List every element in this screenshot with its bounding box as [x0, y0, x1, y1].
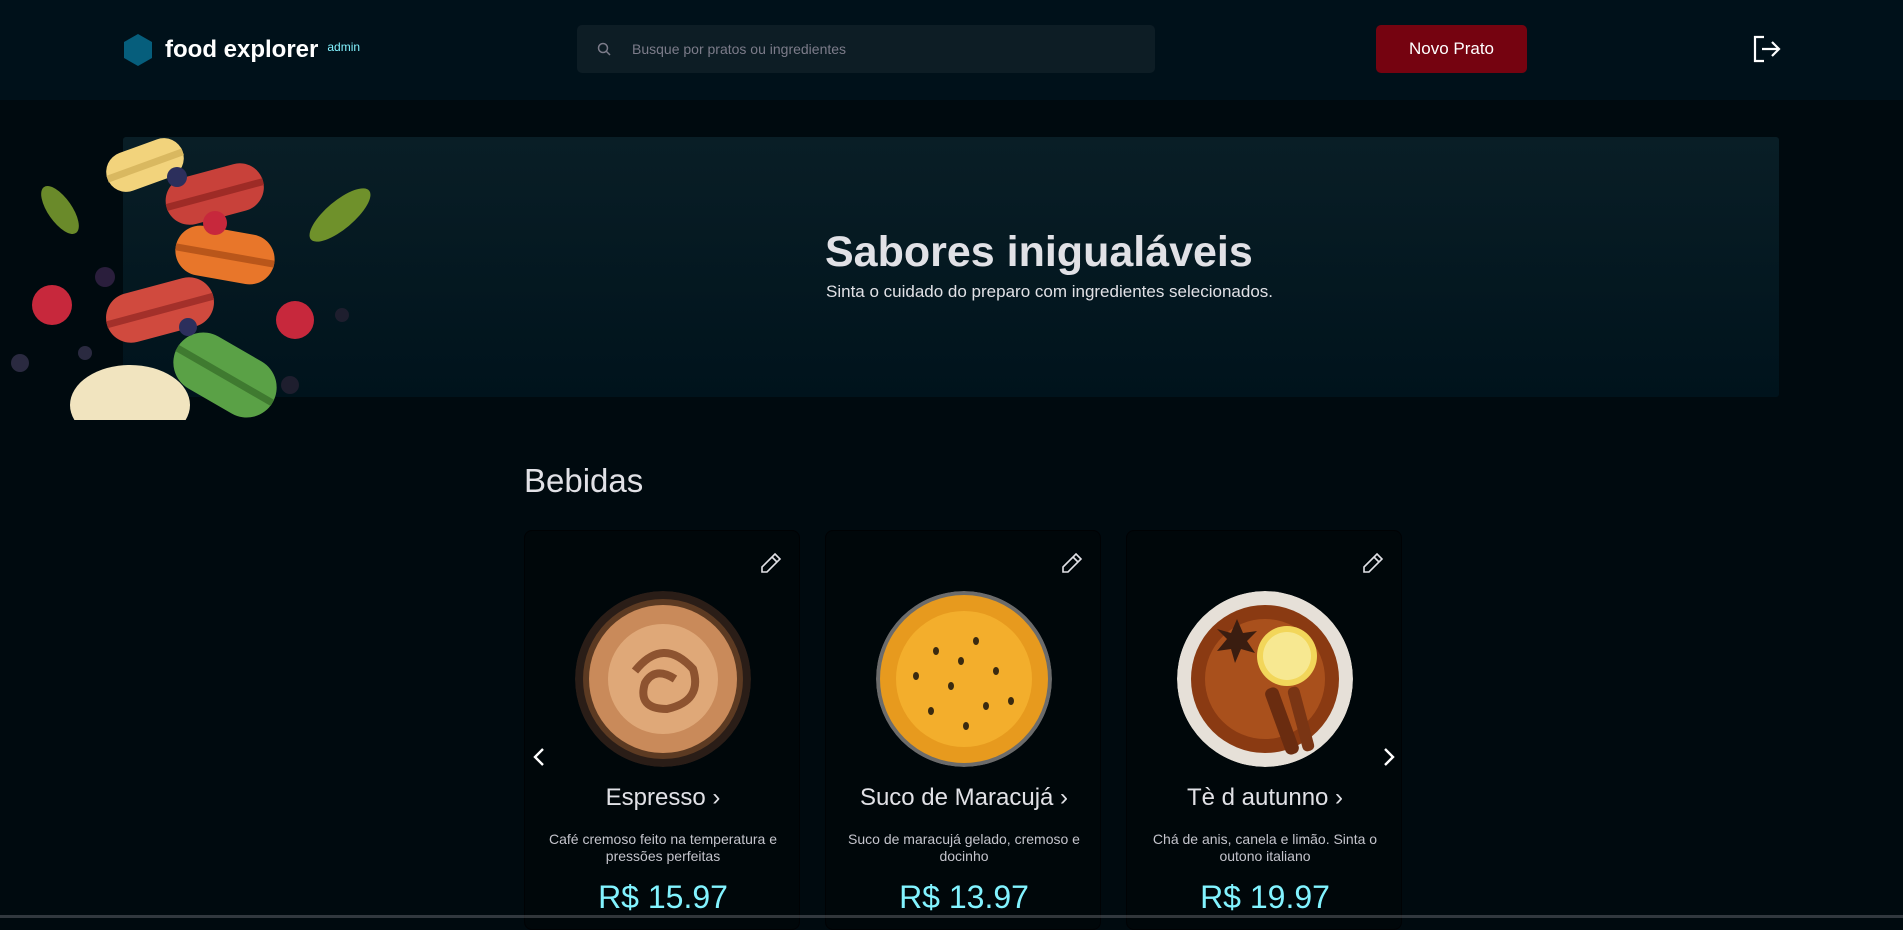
admin-badge: admin: [327, 40, 361, 54]
dish-card[interactable]: Suco de Maracujá › Suco de maracujá gela…: [825, 530, 1101, 930]
dish-price: R$ 13.97: [899, 879, 1029, 915]
dish-price: R$ 19.97: [1200, 879, 1330, 915]
dish-description: Café cremoso feito na temperatura e pres…: [548, 831, 777, 864]
macarons-illustration: [0, 115, 380, 420]
search-icon: [597, 42, 611, 56]
hexagon-logo-icon: [123, 33, 153, 67]
pencil-icon[interactable]: [759, 551, 783, 575]
dishes-carousel: Espresso › Café cremoso feito na tempera…: [524, 530, 1404, 930]
dish-price: R$ 15.97: [598, 879, 728, 915]
banner-title: Sabores inigualáveis: [825, 228, 1253, 276]
logo[interactable]: food explorer admin: [123, 30, 360, 70]
dish-image-te-d-autunno[interactable]: [1177, 591, 1353, 767]
new-dish-button[interactable]: Novo Prato: [1376, 25, 1527, 73]
pencil-icon[interactable]: [1361, 551, 1385, 575]
dish-name[interactable]: Suco de Maracujá ›: [826, 784, 1102, 812]
chevron-right-icon[interactable]: [1374, 742, 1404, 772]
search-bar[interactable]: [577, 25, 1155, 73]
dish-card[interactable]: Tè d autunno › Chá de anis, canela e lim…: [1126, 530, 1402, 930]
search-input[interactable]: [630, 40, 1134, 58]
dish-name[interactable]: Espresso ›: [525, 784, 801, 812]
chevron-left-icon[interactable]: [524, 742, 554, 772]
dish-image-suco-de-maracuja[interactable]: [876, 591, 1052, 767]
dish-image-espresso[interactable]: [575, 591, 751, 767]
dish-description: Suco de maracujá gelado, cremoso e docin…: [848, 831, 1080, 864]
banner-subtitle: Sinta o cuidado do preparo com ingredien…: [826, 282, 1274, 301]
dish-card[interactable]: Espresso › Café cremoso feito na tempera…: [524, 530, 800, 930]
sign-out-icon[interactable]: [1750, 33, 1782, 65]
dish-description: Chá de anis, canela e limão. Sinta o out…: [1152, 831, 1378, 864]
dish-name[interactable]: Tè d autunno ›: [1127, 784, 1403, 812]
pencil-icon[interactable]: [1060, 551, 1084, 575]
logo-text: food explorer: [165, 36, 319, 63]
section-title: Bebidas: [524, 462, 644, 499]
app-header: food explorer admin Novo Prato: [0, 0, 1903, 100]
